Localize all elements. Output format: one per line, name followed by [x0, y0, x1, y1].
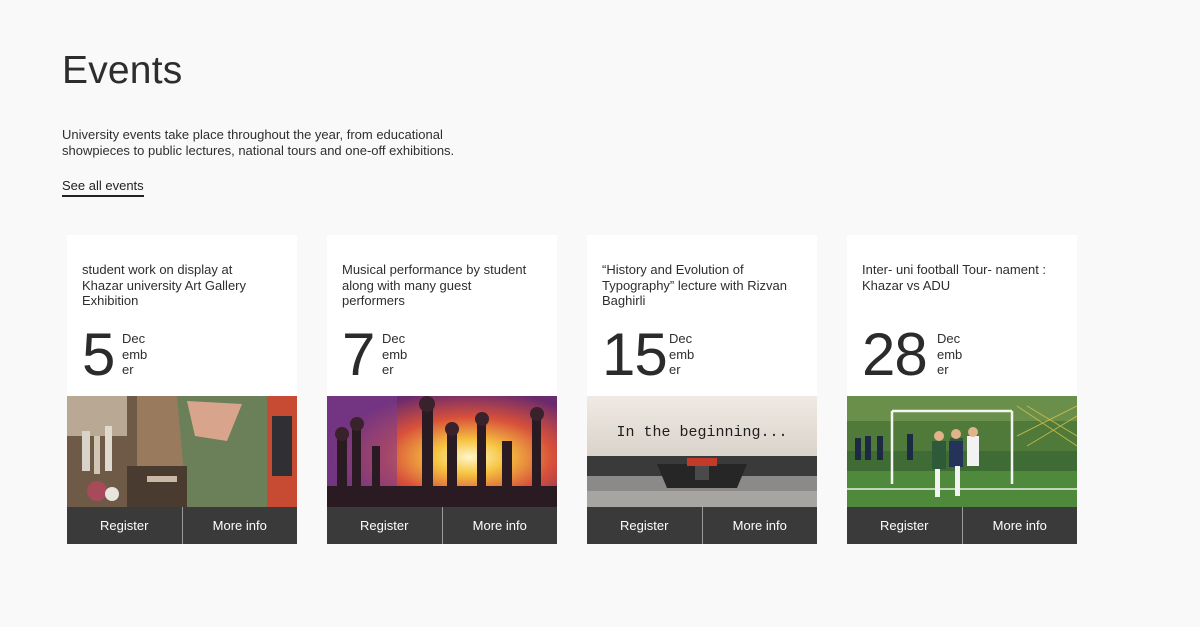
more-info-button[interactable]: More info: [961, 507, 1078, 544]
register-button[interactable]: Register: [327, 507, 442, 544]
event-actions: Register More info: [587, 507, 817, 544]
events-intro: University events take place throughout …: [62, 127, 455, 158]
event-title: “History and Evolution of Typography” le…: [602, 262, 787, 308]
more-info-button[interactable]: More info: [181, 507, 298, 544]
event-month: December: [122, 331, 148, 377]
event-actions: Register More info: [847, 507, 1077, 544]
event-month: December: [937, 331, 963, 377]
register-button[interactable]: Register: [587, 507, 702, 544]
page-title: Events: [62, 49, 183, 92]
event-day: 5: [82, 321, 115, 388]
event-actions: Register More info: [67, 507, 297, 544]
event-month: December: [382, 331, 408, 377]
event-image-art-studio: [67, 396, 297, 507]
more-info-button[interactable]: More info: [701, 507, 818, 544]
typewriter-text: In the beginning...: [616, 424, 787, 441]
event-card: Musical performance by student along wit…: [327, 235, 557, 544]
more-info-button[interactable]: More info: [441, 507, 558, 544]
register-button[interactable]: Register: [67, 507, 182, 544]
event-day: 28: [862, 321, 928, 388]
event-day: 7: [342, 321, 375, 388]
event-card: Inter- uni football Tour- nament : Khaza…: [847, 235, 1077, 544]
event-actions: Register More info: [327, 507, 557, 544]
event-card: student work on display at Khazar univer…: [67, 235, 297, 544]
register-button[interactable]: Register: [847, 507, 962, 544]
event-image-football: [847, 396, 1077, 507]
event-card: “History and Evolution of Typography” le…: [587, 235, 817, 544]
event-title: student work on display at Khazar univer…: [82, 262, 247, 308]
event-image-concert: [327, 396, 557, 507]
event-day: 15: [602, 321, 668, 388]
event-title: Inter- uni football Tour- nament : Khaza…: [862, 262, 1047, 293]
event-title: Musical performance by student along wit…: [342, 262, 527, 308]
event-month: December: [669, 331, 695, 377]
see-all-events-link[interactable]: See all events: [62, 178, 144, 197]
event-image-typewriter: In the beginning...: [587, 396, 817, 507]
